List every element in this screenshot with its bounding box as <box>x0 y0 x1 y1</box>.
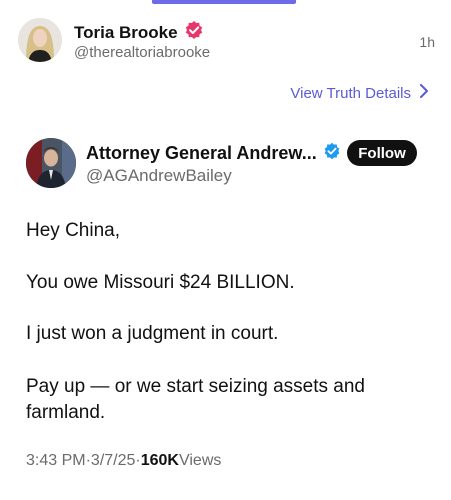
post-text-line: I just won a judgment in court. <box>26 323 279 344</box>
views-count: 160K <box>140 452 179 469</box>
embedded-post-header: Attorney General Andrew... @AGAndrewBail… <box>26 138 417 190</box>
timestamp: 1h <box>419 34 435 50</box>
post-time: 3:43 PM <box>26 452 86 469</box>
avatar[interactable] <box>18 18 62 62</box>
verified-check-icon <box>323 142 341 165</box>
views-label: Views <box>178 452 222 469</box>
embed-display-name[interactable]: Attorney General Andrew... <box>86 143 317 164</box>
handle[interactable]: @therealtoriabrooke <box>74 44 210 61</box>
post-text-line: Hey China, <box>26 220 120 241</box>
embed-avatar[interactable] <box>26 138 76 188</box>
chevron-right-icon <box>419 84 429 102</box>
display-name-row: Toria Brooke <box>74 20 204 45</box>
follow-button[interactable]: Follow <box>347 140 417 166</box>
view-truth-details-link[interactable]: View Truth Details <box>290 84 429 102</box>
post-text-line: You owe Missouri $24 BILLION. <box>26 272 295 293</box>
post-date: 3/7/25 <box>90 452 136 469</box>
post-meta: 3:43 PM · 3/7/25 · 160K Views <box>26 452 221 470</box>
view-truth-details-label: View Truth Details <box>290 84 411 102</box>
verified-badge-icon <box>184 20 204 45</box>
post-header: Toria Brooke @therealtoriabrooke 1h <box>18 14 437 70</box>
embed-handle[interactable]: @AGAndrewBailey <box>86 166 232 186</box>
post-text-line: Pay up — or we start seizing assets and … <box>26 376 365 423</box>
tab-indicator <box>152 0 296 4</box>
display-name[interactable]: Toria Brooke <box>74 23 178 43</box>
embed-name-row: Attorney General Andrew... <box>86 142 341 165</box>
